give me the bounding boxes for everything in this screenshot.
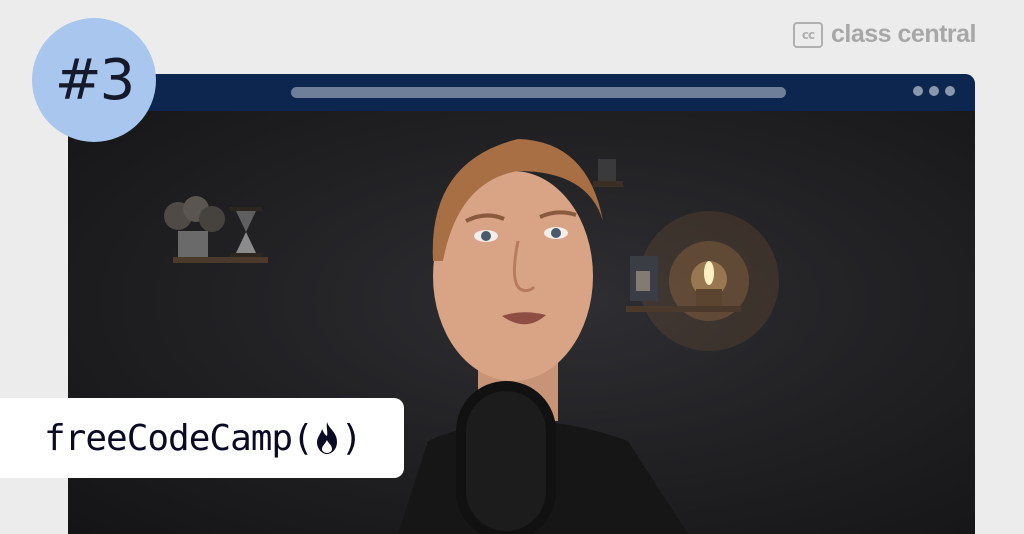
flame-icon bbox=[313, 420, 341, 456]
browser-titlebar bbox=[68, 74, 975, 111]
microphone bbox=[456, 381, 556, 534]
more-dots-icon[interactable] bbox=[913, 86, 955, 96]
dot bbox=[929, 86, 939, 96]
address-bar[interactable] bbox=[291, 87, 786, 98]
upper-right-shelf bbox=[593, 159, 623, 187]
class-central-wordmark: class central bbox=[831, 20, 977, 48]
close-paren: ) bbox=[340, 417, 363, 459]
left-shelf-decor bbox=[164, 196, 268, 263]
freecodecamp-logo: freeCodeCamp ( ) bbox=[0, 398, 404, 478]
dot bbox=[913, 86, 923, 96]
dot bbox=[945, 86, 955, 96]
cc-logo-icon: cc bbox=[793, 21, 823, 48]
episode-number: #3 bbox=[54, 47, 136, 113]
freecodecamp-wordmark: freeCodeCamp bbox=[44, 417, 293, 459]
right-shelf-decor bbox=[626, 211, 779, 351]
episode-badge: #3 bbox=[32, 18, 156, 142]
class-central-logo: cc class central bbox=[793, 20, 977, 49]
open-paren: ( bbox=[292, 417, 314, 459]
